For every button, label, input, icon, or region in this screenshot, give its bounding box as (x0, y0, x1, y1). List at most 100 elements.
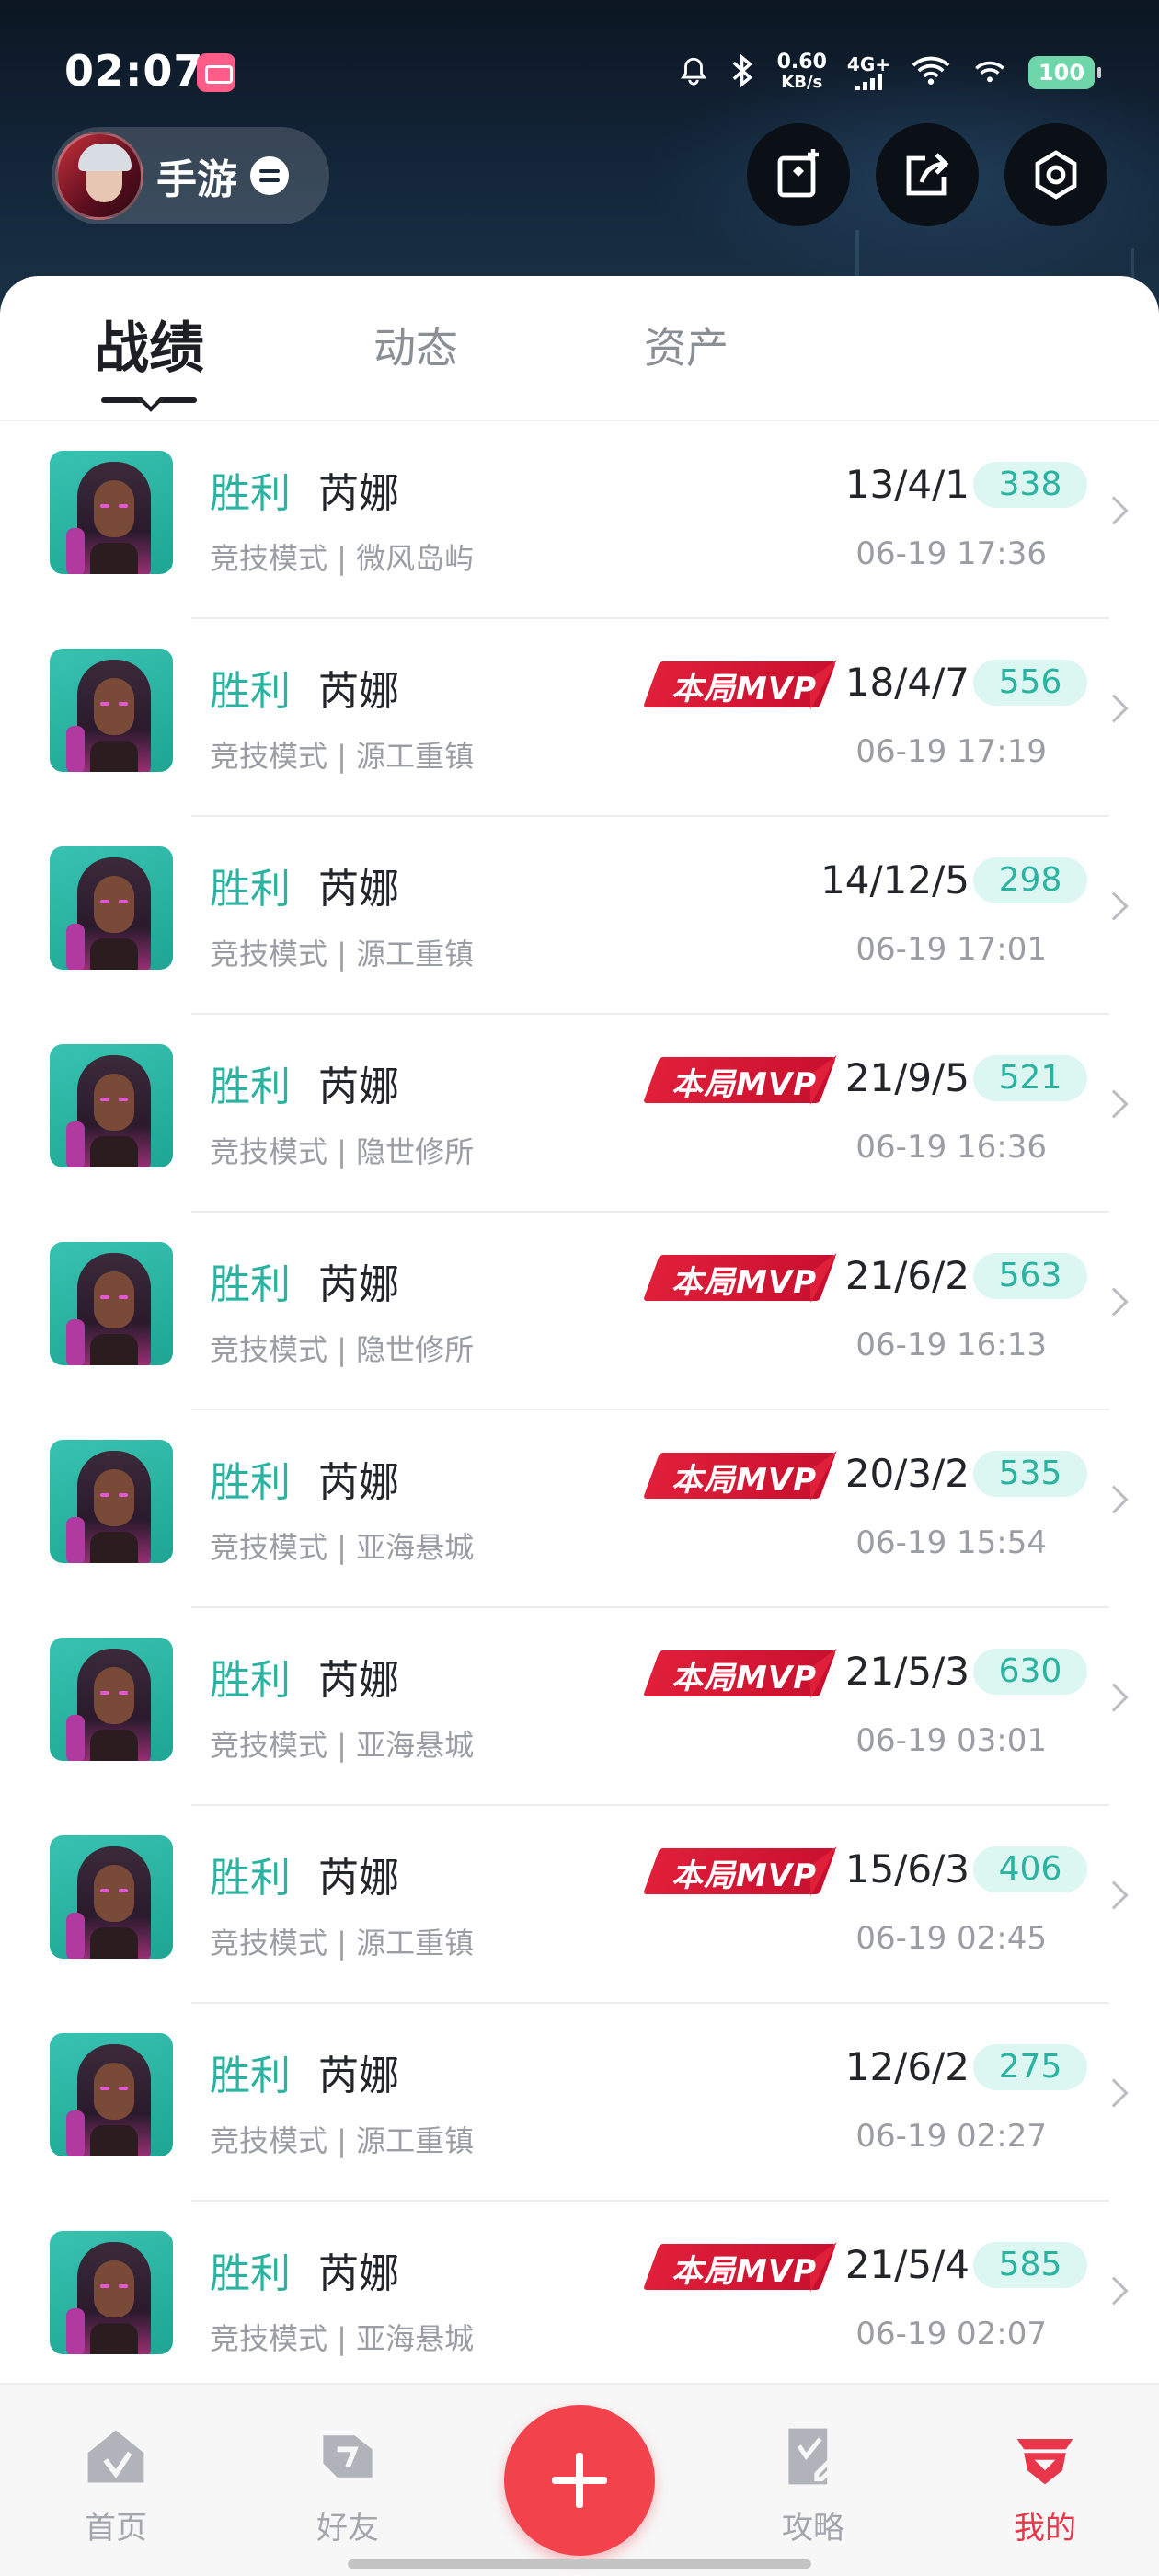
tab-records[interactable]: 战绩 (94, 304, 204, 384)
home-indicator[interactable] (348, 2559, 811, 2569)
friends-icon (323, 2435, 373, 2478)
match-time: 06-19 03:01 (855, 1722, 1047, 1759)
settings-button[interactable] (1004, 123, 1107, 226)
match-result: 胜利 (210, 1657, 291, 1704)
nav-friends-label: 好友 (316, 2510, 379, 2547)
score-badge: 521 (973, 1055, 1087, 1101)
score-badge: 535 (973, 1451, 1087, 1497)
game-name: 手游 (156, 156, 237, 203)
notification-app-icon (197, 53, 235, 92)
hero-portrait (50, 1044, 173, 1167)
kda: 21/9/5 (844, 1055, 970, 1100)
match-mode-map: 竞技模式 | 隐世修所 (210, 1134, 475, 1169)
mvp-badge: 本局MVP (642, 1053, 837, 1107)
hero-name: 芮娜 (318, 470, 399, 517)
match-row[interactable]: 胜利 芮娜 竞技模式 | 源工重镇 本局MVP 18/4/7 556 06-19 17:19 (0, 619, 1159, 817)
mvp-badge-label: 本局MVP (671, 1462, 818, 1499)
home-icon (87, 2430, 144, 2483)
match-result: 胜利 (210, 470, 291, 517)
wifi-icon (911, 55, 951, 91)
user-avatar[interactable] (55, 132, 143, 220)
hero-portrait (50, 1638, 173, 1761)
alarm-icon (678, 55, 709, 91)
hero-portrait (50, 2033, 173, 2156)
chevron-right-icon (1099, 2078, 1129, 2108)
hero-name: 芮娜 (318, 1064, 399, 1110)
kda: 21/5/4 (844, 2242, 970, 2287)
hero-name: 芮娜 (318, 1657, 399, 1704)
status-time: 02:07 (64, 46, 204, 96)
match-mode-map: 竞技模式 | 源工重镇 (210, 1926, 475, 1961)
hero-portrait (50, 451, 173, 574)
mvp-badge-label: 本局MVP (671, 671, 818, 707)
match-result: 胜利 (210, 2053, 291, 2099)
chevron-right-icon (1099, 1880, 1129, 1910)
kda: 13/4/1 (844, 462, 970, 507)
score-badge: 338 (973, 462, 1087, 508)
nav-friends[interactable]: 好友 (274, 2385, 421, 2576)
match-result: 胜利 (210, 1261, 291, 1308)
tab-bar: 战绩 动态 资产 (0, 276, 1159, 421)
match-mode-map: 竞技模式 | 亚海悬城 (210, 1728, 475, 1763)
chevron-right-icon (1099, 1089, 1129, 1119)
kda: 20/3/2 (844, 1451, 970, 1496)
hero-portrait (50, 1440, 173, 1563)
score-badge: 630 (973, 1649, 1087, 1695)
match-mode-map: 竞技模式 | 亚海悬城 (210, 2321, 475, 2356)
network-speed-value: 0.60 (776, 51, 827, 74)
match-time: 06-19 02:07 (855, 2316, 1047, 2352)
network-type: 4G+ (846, 53, 890, 75)
mvp-badge: 本局MVP (642, 1845, 837, 1898)
match-mode-map: 竞技模式 | 亚海悬城 (210, 1530, 475, 1565)
score-badge: 585 (973, 2242, 1087, 2288)
battery-indicator: 100 (1028, 56, 1101, 89)
nav-guide[interactable]: 攻略 (740, 2385, 887, 2576)
hero-name: 芮娜 (318, 668, 399, 715)
mvp-badge-label: 本局MVP (671, 2253, 818, 2290)
match-row[interactable]: 胜利 芮娜 竞技模式 | 隐世修所 本局MVP 21/6/2 563 06-19 16:13 (0, 1213, 1159, 1410)
create-post-button[interactable] (504, 2405, 655, 2556)
match-time: 06-19 15:54 (855, 1524, 1047, 1561)
score-badge: 563 (973, 1253, 1087, 1299)
edit-card-button[interactable] (747, 123, 850, 226)
tab-assets[interactable]: 资产 (644, 315, 729, 375)
match-row[interactable]: 胜利 芮娜 竞技模式 | 微风岛屿 13/4/1 338 06-19 17:36 (0, 421, 1159, 619)
score-badge: 275 (973, 2044, 1087, 2090)
match-row[interactable]: 胜利 芮娜竞技模式 | 隐世修所 本局MVP 21/9/5 521 06-19 16:36 (0, 1015, 1159, 1213)
match-result: 胜利 (210, 1064, 291, 1110)
match-mode-map: 竞技模式 | 源工重镇 (210, 937, 475, 972)
cellular-signal: 4G+ (847, 55, 890, 90)
game-switcher[interactable]: 手游 (52, 127, 329, 224)
match-result: 胜利 (210, 2250, 291, 2297)
hero-portrait (50, 846, 173, 970)
match-time: 06-19 16:36 (855, 1129, 1047, 1166)
match-row[interactable]: 胜利 芮娜 竞技模式 | 亚海悬城 本局MVP 20/3/2 535 06-19 15:54 (0, 1410, 1159, 1608)
kda: 18/4/7 (844, 660, 970, 705)
mvp-badge-label: 本局MVP (671, 1264, 818, 1301)
match-result: 胜利 (210, 1855, 291, 1902)
network-speed-unit: KB/s (781, 73, 823, 92)
signal-bars-icon (855, 74, 882, 90)
nav-profile[interactable]: 我的 (971, 2385, 1119, 2576)
mvp-badge: 本局MVP (642, 658, 837, 711)
wifi-secondary-icon (971, 57, 1008, 89)
match-row[interactable]: 胜利 芮娜 竞技模式 | 源工重镇 12/6/2 275 06-19 02:27 (0, 2004, 1159, 2202)
mvp-badge: 本局MVP (642, 1449, 837, 1502)
match-mode-map: 竞技模式 | 微风岛屿 (210, 541, 475, 576)
match-row[interactable]: 胜利 芮娜竞技模式 | 亚海悬城 本局MVP 21/5/4 585 06-19 02:07 (0, 2202, 1159, 2399)
match-row[interactable]: 胜利 芮娜 竞技模式 | 亚海悬城 本局MVP 21/5/3 630 06-19 03:01 (0, 1608, 1159, 1806)
hero-name: 芮娜 (318, 2250, 399, 2297)
tab-activity[interactable]: 动态 (373, 315, 458, 375)
chevron-right-icon (1099, 891, 1129, 921)
match-row[interactable]: 胜利 芮娜 竞技模式 | 源工重镇 14/12/5 298 06-19 17:01 (0, 817, 1159, 1015)
kda: 14/12/5 (820, 857, 970, 903)
mvp-badge-label: 本局MVP (671, 1066, 818, 1103)
match-row[interactable]: 胜利 芮娜 竞技模式 | 源工重镇 本局MVP 15/6/3 406 06-19 02:45 (0, 1806, 1159, 2004)
hero-name: 芮娜 (318, 2053, 399, 2099)
nav-home[interactable]: 首页 (42, 2385, 189, 2576)
kda: 21/5/3 (844, 1649, 970, 1694)
match-time: 06-19 02:27 (855, 2118, 1047, 2155)
chevron-right-icon (1099, 694, 1129, 723)
share-button[interactable] (876, 123, 979, 226)
active-tab-indicator (101, 397, 197, 403)
